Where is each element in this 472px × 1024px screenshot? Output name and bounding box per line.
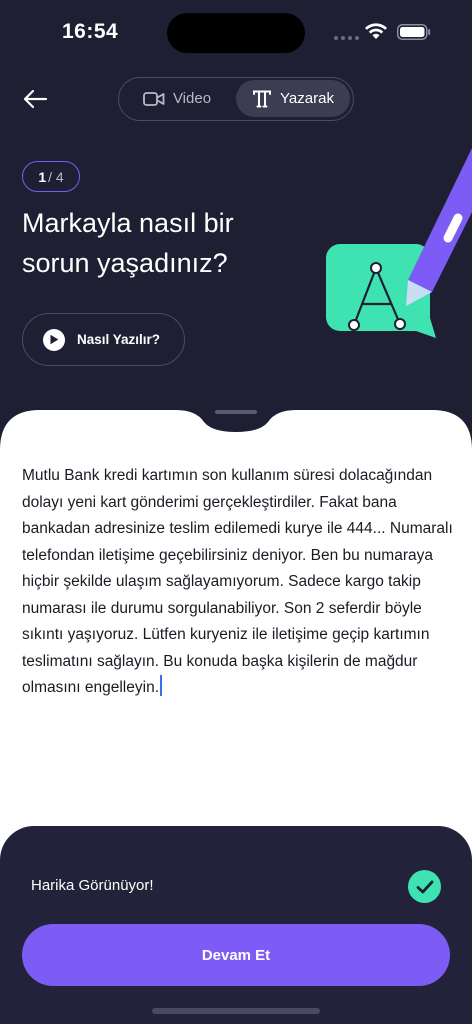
status-bar: 16:54 [0, 0, 472, 64]
continue-button[interactable]: Devam Et [22, 924, 450, 986]
tab-video[interactable]: Video [123, 80, 231, 117]
tab-video-label: Video [172, 90, 212, 107]
tab-yazarak-label: Yazarak [280, 90, 334, 107]
dynamic-island [167, 13, 305, 53]
page-title: Markayla nasıl bir sorun yaşadınız? [22, 208, 234, 278]
home-indicator [152, 1008, 320, 1014]
check-circle-icon [408, 870, 441, 903]
text-cursor [160, 675, 162, 696]
answer-textarea[interactable]: Mutlu Bank kredi kartımın son kullanım s… [22, 463, 462, 702]
how-to-write-label: Nasıl Yazılır? [77, 332, 161, 347]
play-icon [43, 328, 65, 351]
step-current: 1 [38, 168, 47, 185]
how-to-write-button[interactable]: Nasıl Yazılır? [22, 313, 185, 366]
video-camera-icon [143, 91, 165, 106]
pencil-icon [406, 148, 472, 306]
bottom-panel: Harika Görünüyor! Devam Et [0, 826, 472, 1024]
feedback-message: Harika Görünüyor! [31, 877, 154, 894]
back-button[interactable] [20, 84, 50, 114]
arrow-left-icon [23, 89, 48, 109]
sheet-drag-handle[interactable] [215, 410, 257, 414]
wifi-icon [365, 23, 387, 39]
status-time: 16:54 [62, 20, 119, 43]
cellular-signal-icon [334, 36, 359, 40]
battery-icon [397, 24, 431, 40]
writing-illustration: A [326, 148, 472, 338]
step-total: / 4 [48, 168, 64, 185]
input-mode-toggle: Video Yazarak [118, 77, 354, 121]
answer-text: Mutlu Bank kredi kartımın son kullanım s… [22, 467, 453, 696]
step-indicator: 1 / 4 [22, 161, 80, 192]
text-type-icon [253, 90, 272, 107]
tab-yazarak[interactable]: Yazarak [236, 80, 350, 117]
